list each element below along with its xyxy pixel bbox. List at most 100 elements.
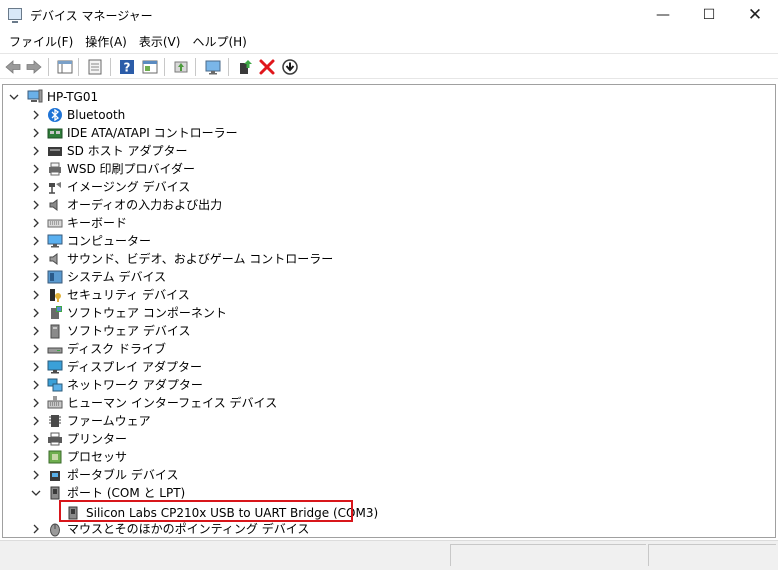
tree-category[interactable]: ディスク ドライブ: [3, 340, 773, 358]
chevron-right-icon[interactable]: [31, 416, 41, 426]
menu-file[interactable]: ファイル(F): [3, 33, 79, 50]
tree-category-label: プリンター: [67, 432, 128, 446]
chevron-right-icon[interactable]: [31, 362, 41, 372]
toolbar-separator: [164, 58, 165, 76]
tree-category[interactable]: ソフトウェア デバイス: [3, 322, 773, 340]
tree-category-label: IDE ATA/ATAPI コントローラー: [67, 126, 238, 140]
minimize-button[interactable]: —: [640, 0, 686, 30]
tree-category[interactable]: セキュリティ デバイス: [3, 286, 773, 304]
tree-category[interactable]: ポータブル デバイス: [3, 466, 773, 484]
menu-action[interactable]: 操作(A): [79, 33, 133, 50]
tree-category-label: ヒューマン インターフェイス デバイス: [67, 396, 278, 410]
security-key-icon: [50, 289, 61, 302]
tree-category[interactable]: ファームウェア: [3, 412, 773, 430]
menu-bar: ファイル(F) 操作(A) 表示(V) ヘルプ(H): [0, 30, 778, 52]
tree-category[interactable]: ネットワーク アダプター: [3, 376, 773, 394]
sd-host-icon: [48, 147, 62, 156]
view-icon[interactable]: [140, 57, 160, 77]
chevron-right-icon[interactable]: [31, 200, 41, 210]
mouse-icon: [50, 523, 60, 537]
display-adapter-icon: [47, 360, 63, 374]
menu-help[interactable]: ヘルプ(H): [186, 33, 252, 50]
tree-category[interactable]: ヒューマン インターフェイス デバイス: [3, 394, 773, 412]
device-tree[interactable]: HP-TG01 Bluetooth IDE ATA/ATAPI コントローラー SD…: [2, 84, 776, 538]
tree-category-label: Bluetooth: [67, 108, 126, 122]
tree-category[interactable]: WSD 印刷プロバイダー: [3, 160, 773, 178]
chevron-right-icon[interactable]: [31, 128, 41, 138]
chevron-right-icon[interactable]: [31, 164, 41, 174]
download-icon[interactable]: [280, 57, 300, 77]
computer-icon: [47, 234, 63, 248]
properties-grid-icon[interactable]: [55, 57, 75, 77]
close-button[interactable]: ✕: [732, 0, 778, 30]
chevron-right-icon[interactable]: [31, 254, 41, 264]
tree-category[interactable]: マウスとそのほかのポインティング デバイス: [3, 520, 773, 537]
menu-view[interactable]: 表示(V): [133, 33, 187, 50]
tree-category[interactable]: サウンド、ビデオ、およびゲーム コントローラー: [3, 250, 773, 268]
ide-controller-icon: [47, 128, 63, 139]
chevron-down-icon[interactable]: [9, 92, 19, 102]
chevron-right-icon[interactable]: [31, 110, 41, 120]
system-device-icon: [47, 270, 63, 284]
tree-category[interactable]: プロセッサ: [3, 448, 773, 466]
uninstall-icon[interactable]: [257, 57, 277, 77]
chevron-right-icon[interactable]: [31, 272, 41, 282]
chevron-down-icon[interactable]: [31, 488, 41, 498]
tree-category[interactable]: Bluetooth: [3, 106, 773, 124]
monitor-icon[interactable]: [203, 57, 223, 77]
chevron-right-icon[interactable]: [31, 146, 41, 156]
document-icon[interactable]: [85, 57, 105, 77]
tree-category[interactable]: プリンター: [3, 430, 773, 448]
software-device-icon: [50, 324, 60, 339]
tree-category-label: セキュリティ デバイス: [67, 288, 190, 302]
tree-category-label: キーボード: [67, 216, 128, 230]
tree-category-label: オーディオの入力および出力: [67, 198, 223, 212]
chevron-right-icon[interactable]: [31, 398, 41, 408]
status-bar: [0, 540, 778, 570]
tree-category[interactable]: ディスプレイ アダプター: [3, 358, 773, 376]
keyboard-icon: [47, 219, 63, 228]
disk-drive-icon: [47, 347, 63, 354]
forward-icon[interactable]: [24, 57, 44, 77]
chevron-right-icon[interactable]: [31, 452, 41, 462]
tree-category[interactable]: IDE ATA/ATAPI コントローラー: [3, 124, 773, 142]
toolbar-separator: [78, 58, 79, 76]
computer-icon: [27, 89, 43, 103]
tree-category[interactable]: SD ホスト アダプター: [3, 142, 773, 160]
chevron-right-icon[interactable]: [31, 344, 41, 354]
portable-device-icon: [50, 471, 60, 481]
tree-root[interactable]: HP-TG01: [3, 88, 773, 106]
chevron-right-icon[interactable]: [31, 308, 41, 318]
window-title: デバイス マネージャー: [30, 9, 153, 23]
toolbar-separator: [228, 58, 229, 76]
toolbar-separator: [48, 58, 49, 76]
chevron-right-icon[interactable]: [31, 380, 41, 390]
tree-category-label: ディスク ドライブ: [67, 342, 166, 356]
maximize-button[interactable]: ☐: [686, 0, 732, 30]
hid-icon: [47, 396, 63, 409]
tree-category[interactable]: オーディオの入力および出力: [3, 196, 773, 214]
tree-category[interactable]: コンピューター: [3, 232, 773, 250]
scan-icon[interactable]: [171, 57, 191, 77]
status-pane: [450, 544, 646, 566]
chevron-right-icon[interactable]: [31, 470, 41, 480]
chevron-right-icon[interactable]: [31, 182, 41, 192]
tree-category[interactable]: キーボード: [3, 214, 773, 232]
tree-category[interactable]: システム デバイス: [3, 268, 773, 286]
chevron-right-icon[interactable]: [31, 434, 41, 444]
chevron-right-icon[interactable]: [31, 290, 41, 300]
tree-category[interactable]: ソフトウェア コンポーネント: [3, 304, 773, 322]
camera-icon: [49, 182, 61, 194]
chevron-right-icon[interactable]: [31, 326, 41, 336]
tree-root-label: HP-TG01: [47, 90, 99, 104]
update-driver-icon[interactable]: [235, 57, 255, 77]
chevron-right-icon[interactable]: [31, 524, 41, 534]
svg-text:?: ?: [124, 61, 131, 75]
tree-category-label: サウンド、ビデオ、およびゲーム コントローラー: [67, 252, 334, 266]
tree-category[interactable]: イメージング デバイス: [3, 178, 773, 196]
toolbar-separator: [110, 58, 111, 76]
chevron-right-icon[interactable]: [31, 218, 41, 228]
chevron-right-icon[interactable]: [31, 236, 41, 246]
back-icon[interactable]: [3, 57, 23, 77]
help-icon[interactable]: ?: [117, 57, 137, 77]
